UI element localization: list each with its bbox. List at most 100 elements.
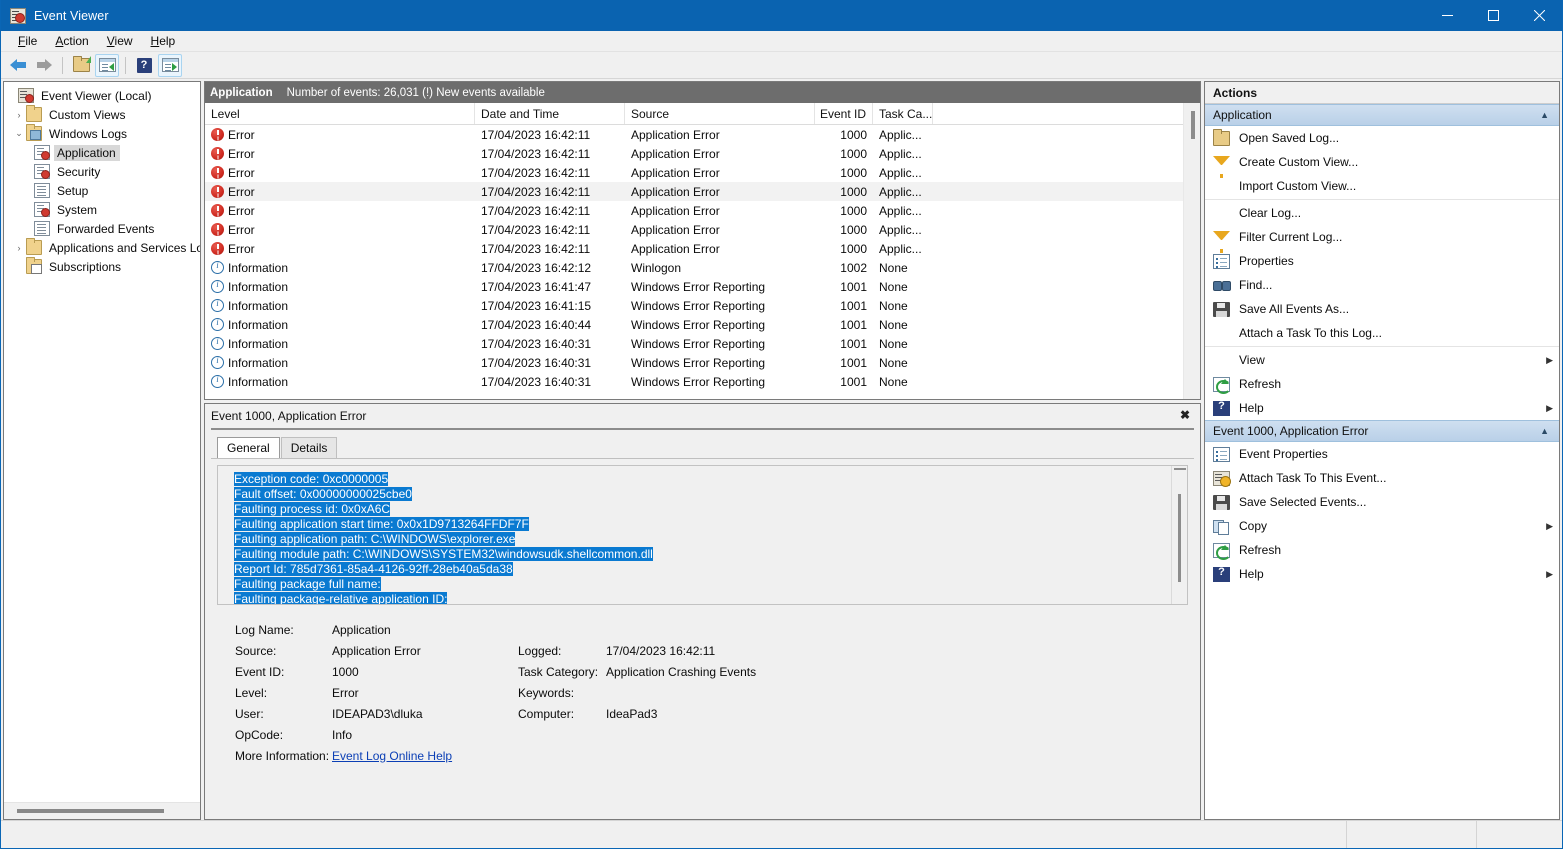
open-saved-log-icon xyxy=(1213,131,1230,146)
action-item-save-selected-events[interactable]: Save Selected Events... xyxy=(1205,490,1559,514)
event-list-vertical-scrollbar[interactable] xyxy=(1183,103,1200,399)
action-item-refresh[interactable]: Refresh xyxy=(1205,538,1559,562)
status-bar-main xyxy=(1,821,1347,848)
tree-item-custom-views[interactable]: › Custom Views xyxy=(4,105,200,124)
chevron-up-icon[interactable]: ▲ xyxy=(1540,110,1549,120)
action-item-clear-log[interactable]: Clear Log... xyxy=(1205,201,1559,225)
column-header-level[interactable]: Level xyxy=(205,103,475,124)
information-icon xyxy=(211,356,224,369)
chevron-right-icon[interactable]: › xyxy=(12,110,26,120)
tree-item-setup[interactable]: Setup xyxy=(4,181,200,200)
tab-details[interactable]: Details xyxy=(281,437,338,458)
tree-item-security[interactable]: Security xyxy=(4,162,200,181)
tree-horizontal-scrollbar[interactable] xyxy=(4,802,200,819)
action-item-save-all-events-as[interactable]: Save All Events As... xyxy=(1205,297,1559,321)
cell-event-id: 1000 xyxy=(815,223,873,237)
table-row[interactable]: Error17/04/2023 16:42:11Application Erro… xyxy=(205,163,1183,182)
column-header-source[interactable]: Source xyxy=(625,103,815,124)
cell-event-id: 1001 xyxy=(815,356,873,370)
chevron-up-icon[interactable]: ▲ xyxy=(1540,426,1549,436)
action-item-properties[interactable]: Properties xyxy=(1205,249,1559,273)
tree-item-system[interactable]: System xyxy=(4,200,200,219)
action-item-copy[interactable]: Copy▶ xyxy=(1205,514,1559,538)
table-row[interactable]: Error17/04/2023 16:42:11Application Erro… xyxy=(205,220,1183,239)
action-item-find[interactable]: Find... xyxy=(1205,273,1559,297)
table-row[interactable]: Error17/04/2023 16:42:11Application Erro… xyxy=(205,144,1183,163)
table-row[interactable]: Error17/04/2023 16:42:11Application Erro… xyxy=(205,182,1183,201)
action-item-import-custom-view[interactable]: Import Custom View... xyxy=(1205,174,1559,198)
table-row[interactable]: Information17/04/2023 16:41:47Windows Er… xyxy=(205,277,1183,296)
table-row[interactable]: Information17/04/2023 16:40:31Windows Er… xyxy=(205,353,1183,372)
tree-item-subscriptions[interactable]: › Subscriptions xyxy=(4,257,200,276)
chevron-right-icon[interactable]: › xyxy=(12,243,26,253)
action-item-attach-task-to-this-event[interactable]: Attach Task To This Event... xyxy=(1205,466,1559,490)
toolbar: ? xyxy=(1,52,1562,79)
action-item-help[interactable]: Help▶ xyxy=(1205,396,1559,420)
message-line-text: Faulting application start time: 0x0x1D9… xyxy=(234,517,529,531)
menu-file[interactable]: File xyxy=(9,32,46,50)
table-row[interactable]: Error17/04/2023 16:42:11Application Erro… xyxy=(205,239,1183,258)
column-header-task-category[interactable]: Task Ca... xyxy=(873,103,933,124)
message-scrollbar-thumb[interactable] xyxy=(1178,494,1181,582)
maximize-button[interactable] xyxy=(1470,0,1516,31)
tree-item-forwarded-events[interactable]: Forwarded Events xyxy=(4,219,200,238)
tree-item-event-viewer-local[interactable]: › Event Viewer (Local) xyxy=(4,86,200,105)
event-viewer-window: Event Viewer File Action View Help ? xyxy=(0,0,1563,849)
table-row[interactable]: Information17/04/2023 16:40:31Windows Er… xyxy=(205,372,1183,391)
event-log-online-help-link[interactable]: Event Log Online Help xyxy=(332,749,518,763)
table-row[interactable]: Information17/04/2023 16:40:44Windows Er… xyxy=(205,315,1183,334)
tree-item-applications-and-services-logs[interactable]: › Applications and Services Lo xyxy=(4,238,200,257)
help-button[interactable]: ? xyxy=(132,54,156,77)
chevron-placeholder: › xyxy=(4,91,18,101)
action-item-create-custom-view[interactable]: Create Custom View... xyxy=(1205,150,1559,174)
actions-group-label: Application xyxy=(1213,108,1272,122)
menu-view[interactable]: View xyxy=(98,32,142,50)
table-row[interactable]: Error17/04/2023 16:42:11Application Erro… xyxy=(205,125,1183,144)
close-button[interactable] xyxy=(1516,0,1562,31)
back-button[interactable] xyxy=(6,54,30,77)
action-item-open-saved-log[interactable]: Open Saved Log... xyxy=(1205,126,1559,150)
action-item-help[interactable]: Help▶ xyxy=(1205,562,1559,586)
actions-group-header-application[interactable]: Application ▲ xyxy=(1205,104,1559,126)
action-item-label: Attach Task To This Event... xyxy=(1239,471,1559,485)
chevron-down-icon[interactable]: ⌄ xyxy=(12,128,26,139)
table-row[interactable]: Error17/04/2023 16:42:11Application Erro… xyxy=(205,201,1183,220)
close-icon[interactable]: ✖ xyxy=(1178,408,1192,422)
show-hide-action-pane-button[interactable] xyxy=(158,54,182,77)
tree-item-application[interactable]: Application xyxy=(4,143,200,162)
menu-help[interactable]: Help xyxy=(142,32,185,50)
forward-button[interactable] xyxy=(32,54,56,77)
message-line: Report Id: 785d7361-85a4-4126-92ff-28eb4… xyxy=(234,562,1171,577)
console-tree-pane: › Event Viewer (Local) › Custom Views ⌄ … xyxy=(3,81,201,820)
up-one-level-button[interactable] xyxy=(69,54,93,77)
cell-date-and-time: 17/04/2023 16:40:31 xyxy=(475,337,625,351)
tree-scrollbar-thumb[interactable] xyxy=(17,809,164,813)
minimize-button[interactable] xyxy=(1424,0,1470,31)
column-header-date-and-time[interactable]: Date and Time xyxy=(475,103,625,124)
tab-general[interactable]: General xyxy=(217,437,280,458)
tree-item-windows-logs[interactable]: ⌄ Windows Logs xyxy=(4,124,200,143)
event-message-box[interactable]: Exception code: 0xc0000005Fault offset: … xyxy=(217,465,1188,605)
action-item-event-properties[interactable]: Event Properties xyxy=(1205,442,1559,466)
action-item-label: Save Selected Events... xyxy=(1239,495,1559,509)
actions-group-header-event[interactable]: Event 1000, Application Error▲ xyxy=(1205,420,1559,442)
table-row[interactable]: Information17/04/2023 16:42:12Winlogon10… xyxy=(205,258,1183,277)
event-list-scrollbar-thumb[interactable] xyxy=(1191,111,1195,139)
cell-level-label: Error xyxy=(228,128,255,142)
menu-action[interactable]: Action xyxy=(46,32,97,50)
table-row[interactable]: Information17/04/2023 16:40:31Windows Er… xyxy=(205,334,1183,353)
action-item-filter-current-log[interactable]: Filter Current Log... xyxy=(1205,225,1559,249)
action-item-refresh[interactable]: Refresh xyxy=(1205,372,1559,396)
metadata-row-user: User: IDEAPAD3\dluka Computer: IdeaPad3 xyxy=(235,703,1188,724)
message-vertical-scrollbar[interactable] xyxy=(1171,466,1187,604)
column-header-event-id[interactable]: Event ID xyxy=(815,103,873,124)
cell-date-and-time: 17/04/2023 16:40:31 xyxy=(475,356,625,370)
table-row[interactable]: Information17/04/2023 16:41:15Windows Er… xyxy=(205,296,1183,315)
column-header-filler xyxy=(933,103,1183,124)
action-item-view[interactable]: View▶ xyxy=(1205,348,1559,372)
folder-icon xyxy=(26,107,42,122)
show-hide-console-tree-button[interactable] xyxy=(95,54,119,77)
log-icon xyxy=(34,183,50,198)
console-tree-icon xyxy=(99,58,116,72)
action-item-attach-a-task-to-this-log[interactable]: Attach a Task To this Log... xyxy=(1205,321,1559,345)
